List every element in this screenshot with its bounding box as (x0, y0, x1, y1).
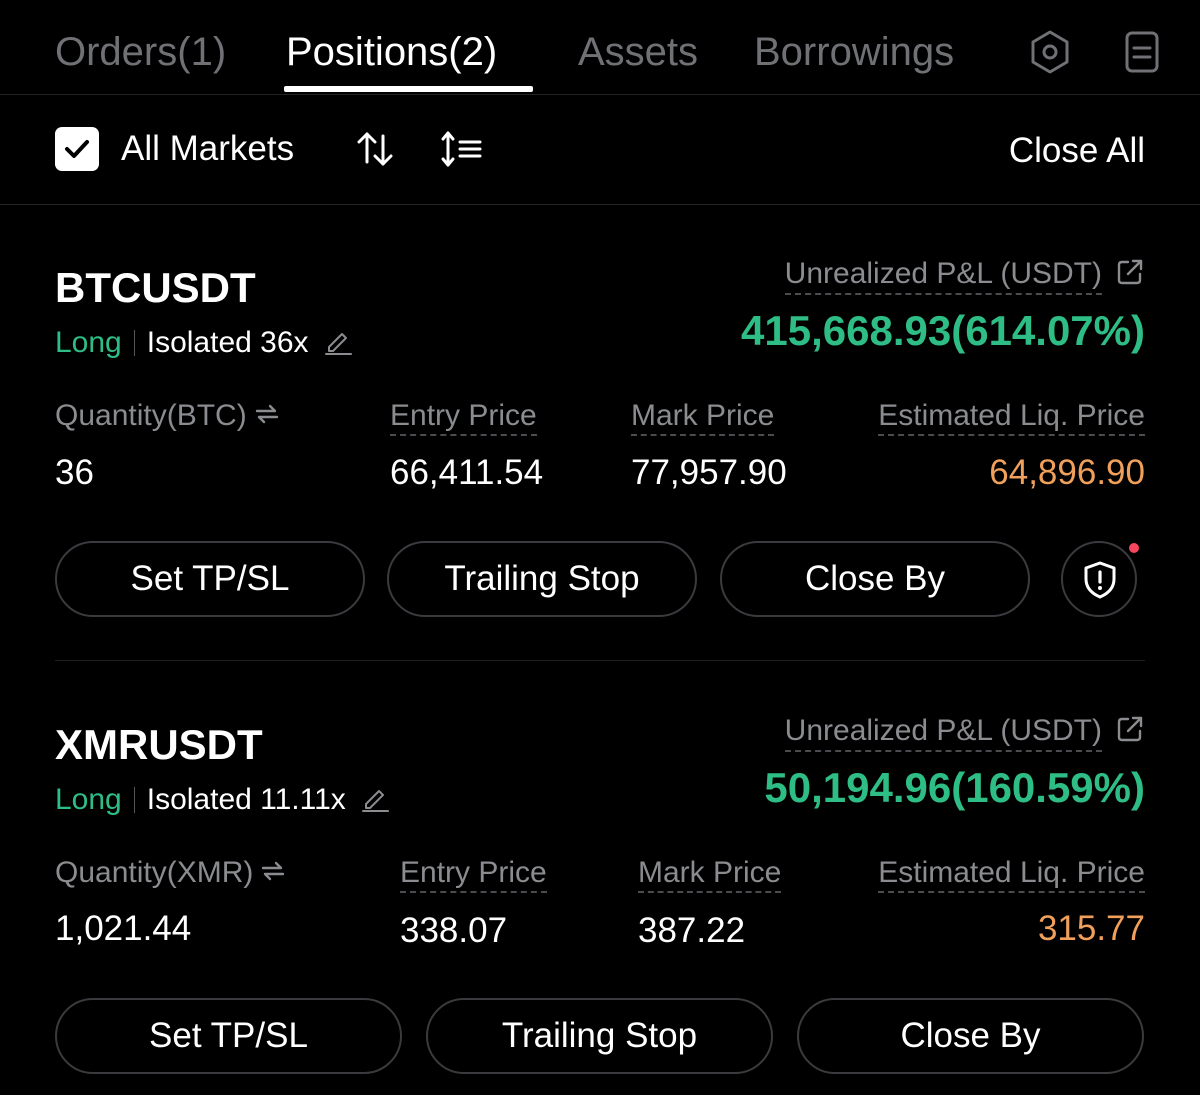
mark-price-label[interactable]: Mark Price (631, 398, 775, 436)
pnl-label[interactable]: Unrealized P&L (USDT) (784, 256, 1102, 295)
quantity-value: 1,021.44 (55, 909, 192, 948)
mark-price-value: 77,957.90 (631, 453, 787, 492)
entry-price-label[interactable]: Entry Price (390, 398, 537, 436)
document-icon[interactable] (1119, 28, 1167, 76)
swap-icon[interactable] (259, 857, 287, 893)
meta-divider (133, 787, 135, 813)
pnl-value: 50,194.96(160.59%) (764, 764, 1145, 811)
trailing-stop-button[interactable]: Trailing Stop (387, 541, 697, 617)
positions-panel: Orders(1) Positions(2) Assets Borrowings… (0, 0, 1200, 1095)
pnl-label[interactable]: Unrealized P&L (USDT) (784, 713, 1102, 752)
position-meta: Long Isolated 11.11x (55, 782, 390, 818)
mark-price-label[interactable]: Mark Price (638, 855, 782, 893)
quantity-label-text: Quantity(BTC) (55, 399, 247, 432)
risk-shield-button[interactable] (1061, 541, 1137, 617)
external-link-icon[interactable] (1115, 714, 1145, 744)
filter-list-icon[interactable] (440, 129, 482, 169)
close-by-button[interactable]: Close By (797, 998, 1144, 1074)
position-meta: Long Isolated 36x (55, 325, 353, 361)
quantity-label: Quantity(XMR) (55, 855, 287, 893)
sort-arrows-icon[interactable] (355, 129, 395, 169)
quantity-label: Quantity(BTC) (55, 398, 281, 436)
tab-positions[interactable]: Positions(2) (286, 28, 497, 76)
tab-assets[interactable]: Assets (578, 28, 698, 76)
tab-borrowings[interactable]: Borrowings (754, 28, 986, 76)
liq-price-value: 64,896.90 (989, 453, 1145, 492)
liq-price-label[interactable]: Estimated Liq. Price (878, 855, 1145, 893)
set-tpsl-button[interactable]: Set TP/SL (55, 541, 365, 617)
mark-price-value: 387.22 (638, 911, 746, 950)
position-side: Long (55, 326, 122, 359)
active-tab-indicator (284, 86, 533, 92)
pnl-value: 415,668.93(614.07%) (741, 307, 1145, 354)
position-side: Long (55, 783, 122, 816)
notification-dot (1129, 543, 1139, 553)
positions-toolbar: All Markets Close All (0, 95, 1200, 205)
entry-price-value: 338.07 (400, 911, 508, 950)
set-tpsl-button[interactable]: Set TP/SL (55, 998, 402, 1074)
margin-mode: Isolated 36x (146, 326, 309, 359)
liq-price-label[interactable]: Estimated Liq. Price (878, 398, 1145, 436)
shield-alert-icon (1084, 561, 1116, 599)
external-link-icon[interactable] (1115, 257, 1145, 287)
meta-divider (133, 330, 135, 356)
trailing-stop-button[interactable]: Trailing Stop (426, 998, 773, 1074)
entry-price-label[interactable]: Entry Price (400, 855, 547, 893)
tab-orders[interactable]: Orders(1) (55, 28, 226, 76)
position-symbol: XMRUSDT (55, 721, 263, 768)
liq-price-value: 315.77 (1037, 909, 1145, 948)
close-by-button[interactable]: Close By (720, 541, 1030, 617)
edit-pencil-icon[interactable] (323, 326, 353, 365)
all-markets-label[interactable]: All Markets (121, 128, 294, 170)
entry-price-value: 66,411.54 (390, 453, 544, 492)
edit-pencil-icon[interactable] (360, 783, 390, 822)
swap-icon[interactable] (253, 400, 281, 436)
tab-bar: Orders(1) Positions(2) Assets Borrowings (0, 0, 1200, 95)
shield-settings-icon[interactable] (1026, 28, 1074, 76)
close-all-button[interactable]: Close All (1009, 130, 1145, 172)
all-markets-checkbox[interactable] (55, 127, 99, 171)
checkmark-icon (65, 140, 89, 158)
margin-mode: Isolated 11.11x (146, 783, 346, 816)
position-divider (55, 660, 1145, 661)
quantity-value: 36 (55, 453, 94, 492)
position-symbol: BTCUSDT (55, 264, 256, 311)
quantity-label-text: Quantity(XMR) (55, 856, 254, 889)
